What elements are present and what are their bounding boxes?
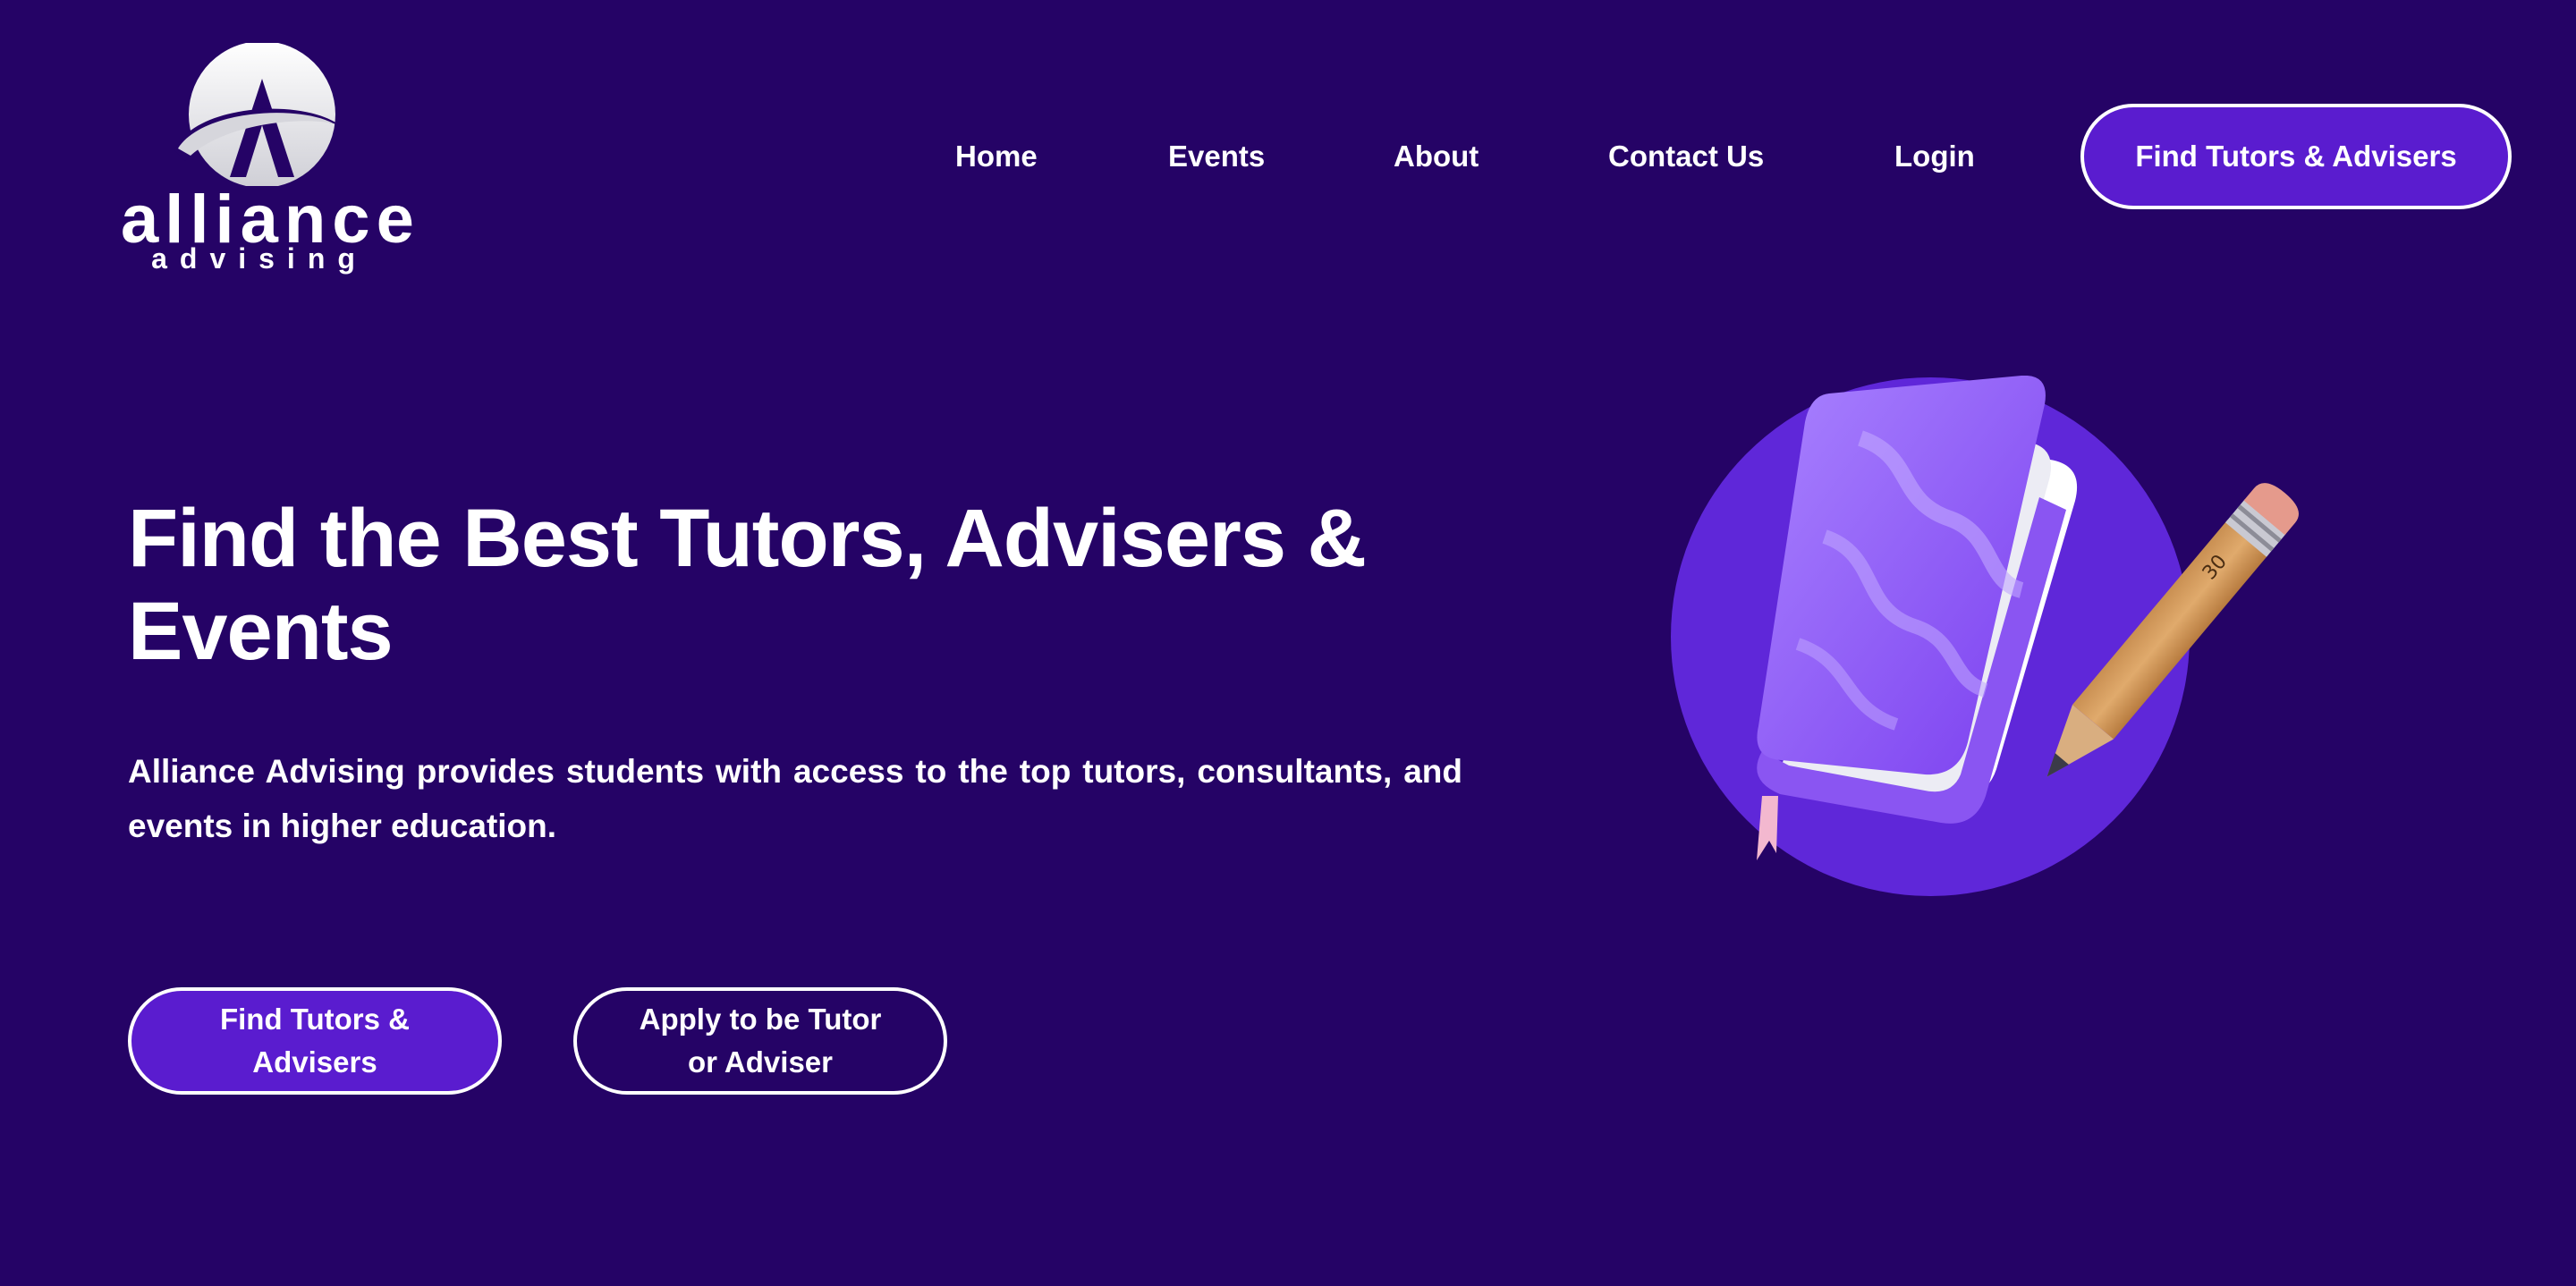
- hero-find-tutors-button[interactable]: Find Tutors & Advisers: [128, 987, 502, 1095]
- hero-apply-button[interactable]: Apply to be Tutor or Adviser: [573, 987, 947, 1095]
- hero-illustration: 30: [1646, 375, 2343, 912]
- nav-link-about[interactable]: About: [1394, 134, 1479, 179]
- nav-link-home[interactable]: Home: [955, 134, 1038, 179]
- nav-find-tutors-button[interactable]: Find Tutors & Advisers: [2080, 104, 2512, 209]
- logo-subtitle: advising: [151, 242, 368, 275]
- nav-link-events[interactable]: Events: [1168, 134, 1265, 179]
- nav-link-contact[interactable]: Contact Us: [1608, 134, 1764, 179]
- hero-title: Find the Best Tutors, Advisers & Events: [128, 493, 1367, 677]
- nav-link-login[interactable]: Login: [1894, 134, 1975, 179]
- hero-description: Alliance Advising provides students with…: [128, 753, 1462, 844]
